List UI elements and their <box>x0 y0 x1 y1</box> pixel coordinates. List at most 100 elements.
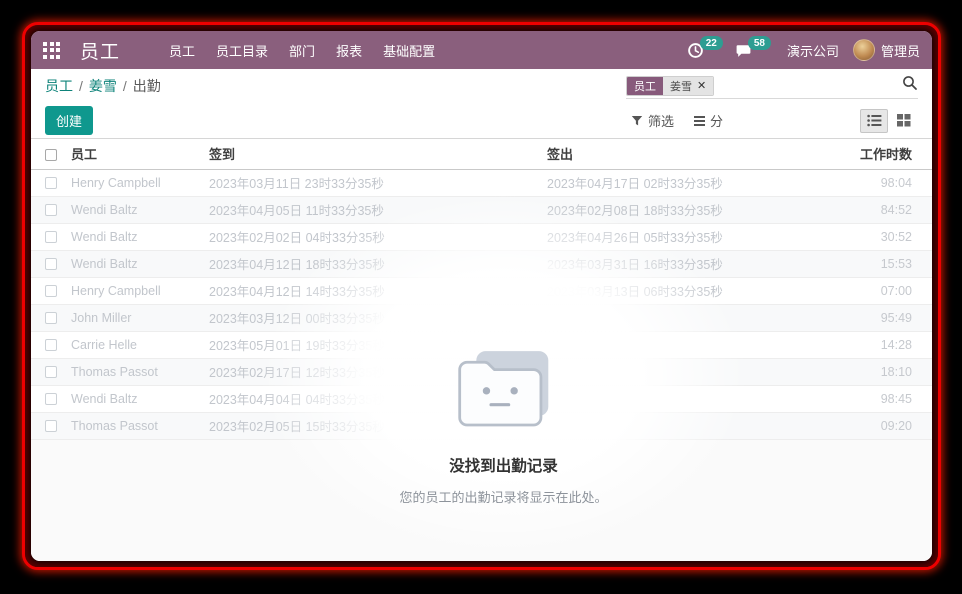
cell-check-in: 2023年03月11日 23时33分35秒 <box>209 169 547 196</box>
cell-employee: Thomas Passot <box>71 412 209 439</box>
cell-check-in: 2023年04月12日 18时33分35秒 <box>209 250 547 277</box>
breadcrumb-separator: / <box>79 78 83 94</box>
table-row[interactable]: Carrie Helle 2023年05月01日 19时33分35秒 14:28 <box>31 331 932 358</box>
table-row[interactable]: Wendi Baltz 2023年04月12日 18时33分35秒 2023年0… <box>31 250 932 277</box>
row-checkbox[interactable] <box>45 366 57 378</box>
search-facet: 员工 姜雪 ✕ <box>626 76 714 96</box>
kanban-view-button[interactable] <box>890 109 918 133</box>
facet-value: 姜雪 ✕ <box>663 77 713 95</box>
row-checkbox-cell <box>31 331 71 358</box>
top-navbar: 员工 员工 员工目录 部门 报表 基础配置 22 58 <box>31 31 932 69</box>
cell-check-in: 2023年04月04日 04时33分35秒 <box>209 385 547 412</box>
cell-worked-hours: 98:45 <box>820 385 932 412</box>
cell-check-in: 2023年03月12日 00时33分35秒 <box>209 304 547 331</box>
row-checkbox-cell <box>31 223 71 250</box>
menu-configuration[interactable]: 基础配置 <box>378 38 440 63</box>
cell-employee: Carrie Helle <box>71 331 209 358</box>
cell-worked-hours: 18:10 <box>820 358 932 385</box>
row-checkbox-cell <box>31 385 71 412</box>
row-checkbox[interactable] <box>45 393 57 405</box>
select-all-checkbox[interactable] <box>45 149 57 161</box>
cell-employee: Henry Campbell <box>71 277 209 304</box>
row-checkbox[interactable] <box>45 285 57 297</box>
app-menu: 员工 员工目录 部门 报表 基础配置 <box>164 38 440 63</box>
app-title[interactable]: 员工 <box>80 37 120 64</box>
row-checkbox[interactable] <box>45 420 57 432</box>
cell-worked-hours: 95:49 <box>820 304 932 331</box>
red-highlight-frame: 员工 员工 员工目录 部门 报表 基础配置 22 58 <box>22 22 941 570</box>
messages-count-badge[interactable]: 58 <box>748 36 771 50</box>
cell-worked-hours: 98:04 <box>820 169 932 196</box>
table-row[interactable]: Wendi Baltz 2023年04月04日 04时33分35秒 98:45 <box>31 385 932 412</box>
cell-employee: Henry Campbell <box>71 169 209 196</box>
filters-button[interactable]: 筛选 <box>631 111 674 130</box>
cell-check-out: 2023年02月08日 18时33分35秒 <box>547 196 820 223</box>
breadcrumb-separator: / <box>123 78 127 94</box>
apps-menu-icon[interactable] <box>43 42 60 59</box>
company-name[interactable]: 演示公司 <box>787 41 839 60</box>
search-icon[interactable] <box>902 75 918 96</box>
odoo-app-window: 员工 员工 员工目录 部门 报表 基础配置 22 58 <box>31 31 932 561</box>
user-name[interactable]: 管理员 <box>881 41 920 60</box>
cell-employee: John Miller <box>71 304 209 331</box>
cell-check-in: 2023年05月01日 19时33分35秒 <box>209 331 547 358</box>
row-checkbox-cell <box>31 250 71 277</box>
row-checkbox-cell <box>31 169 71 196</box>
select-all-checkbox-cell <box>31 139 71 169</box>
table-row[interactable]: Thomas Passot 2023年02月17日 12时33分35秒 18:1… <box>31 358 932 385</box>
row-checkbox-cell <box>31 412 71 439</box>
row-checkbox-cell <box>31 358 71 385</box>
list-view-button[interactable] <box>860 109 888 133</box>
group-by-button[interactable]: 分 <box>694 111 723 130</box>
table-row[interactable]: Wendi Baltz 2023年02月02日 04时33分35秒 2023年0… <box>31 223 932 250</box>
header-check-in[interactable]: 签到 <box>209 139 547 169</box>
search-input[interactable] <box>714 73 902 98</box>
row-checkbox[interactable] <box>45 231 57 243</box>
cell-worked-hours: 30:52 <box>820 223 932 250</box>
create-button[interactable]: 创建 <box>45 106 93 135</box>
row-checkbox-cell <box>31 196 71 223</box>
row-checkbox[interactable] <box>45 177 57 189</box>
facet-field-label: 员工 <box>627 77 663 95</box>
header-worked-hours[interactable]: 工作时数 <box>820 139 932 169</box>
cell-check-out <box>547 412 820 439</box>
row-checkbox[interactable] <box>45 204 57 216</box>
table-row[interactable]: Wendi Baltz 2023年04月05日 11时33分35秒 2023年0… <box>31 196 932 223</box>
menu-reports[interactable]: 报表 <box>331 38 367 63</box>
breadcrumb: 员工 / 姜雪 / 出勤 <box>45 76 161 96</box>
systray: 22 58 演示公司 管理员 <box>687 39 920 61</box>
header-employee[interactable]: 员工 <box>71 139 209 169</box>
cell-check-in: 2023年02月05日 15时33分35秒 <box>209 412 547 439</box>
cell-employee: Wendi Baltz <box>71 223 209 250</box>
header-check-out[interactable]: 签出 <box>547 139 820 169</box>
cell-worked-hours: 15:53 <box>820 250 932 277</box>
row-checkbox[interactable] <box>45 339 57 351</box>
table-row[interactable]: Thomas Passot 2023年02月05日 15时33分35秒 09:2… <box>31 412 932 439</box>
activity-count-badge[interactable]: 22 <box>700 36 723 50</box>
breadcrumb-employees[interactable]: 员工 <box>45 76 73 96</box>
menu-employees[interactable]: 员工 <box>164 38 200 63</box>
breadcrumb-employee-name[interactable]: 姜雪 <box>89 76 117 96</box>
cell-employee: Wendi Baltz <box>71 385 209 412</box>
table-row[interactable]: Henry Campbell 2023年03月11日 23时33分35秒 202… <box>31 169 932 196</box>
facet-remove-icon[interactable]: ✕ <box>697 79 706 92</box>
menu-departments[interactable]: 部门 <box>284 38 320 63</box>
row-checkbox-cell <box>31 277 71 304</box>
cell-check-in: 2023年02月17日 12时33分35秒 <box>209 358 547 385</box>
cell-employee: Wendi Baltz <box>71 196 209 223</box>
group-by-icon <box>694 116 705 126</box>
menu-directory[interactable]: 员工目录 <box>211 38 273 63</box>
cell-worked-hours: 14:28 <box>820 331 932 358</box>
row-checkbox[interactable] <box>45 312 57 324</box>
cell-check-out: 2023年03月31日 16时33分35秒 <box>547 250 820 277</box>
table-header-row: 员工 签到 签出 工作时数 <box>31 139 932 169</box>
control-panel-top: 员工 / 姜雪 / 出勤 员工 姜雪 ✕ <box>31 69 932 103</box>
cell-check-out: 2023年04月17日 02时33分35秒 <box>547 169 820 196</box>
user-avatar[interactable] <box>853 39 875 61</box>
table-row[interactable]: Henry Campbell 2023年04月12日 14时33分35秒 202… <box>31 277 932 304</box>
table-row[interactable]: John Miller 2023年03月12日 00时33分35秒 95:49 <box>31 304 932 331</box>
cell-worked-hours: 09:20 <box>820 412 932 439</box>
row-checkbox[interactable] <box>45 258 57 270</box>
cell-check-out <box>547 331 820 358</box>
cell-employee: Thomas Passot <box>71 358 209 385</box>
